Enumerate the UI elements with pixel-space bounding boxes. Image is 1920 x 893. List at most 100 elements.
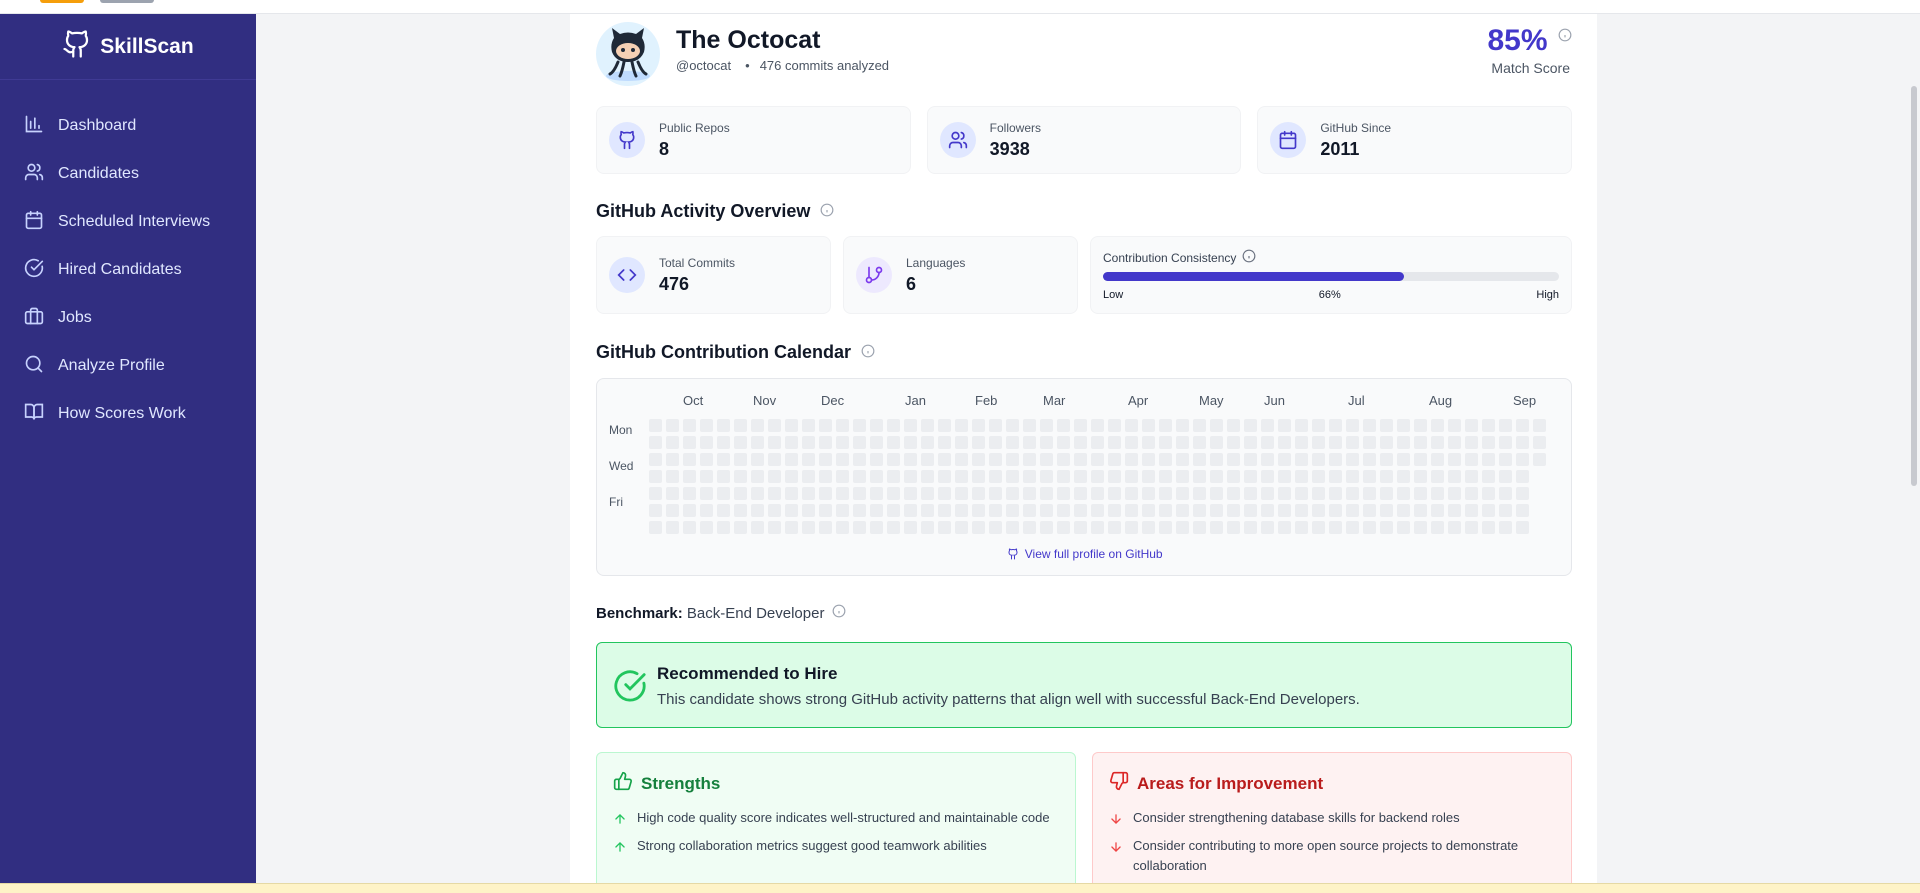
calendar-day-cell[interactable] [938, 504, 951, 517]
calendar-day-cell[interactable] [1414, 453, 1427, 466]
calendar-day-cell[interactable] [1516, 453, 1529, 466]
calendar-day-cell[interactable] [785, 487, 798, 500]
calendar-day-cell[interactable] [666, 487, 679, 500]
calendar-day-cell[interactable] [1516, 487, 1529, 500]
calendar-day-cell[interactable] [955, 436, 968, 449]
calendar-day-cell[interactable] [1465, 487, 1478, 500]
calendar-day-cell[interactable] [1380, 419, 1393, 432]
calendar-day-cell[interactable] [819, 521, 832, 534]
calendar-day-cell[interactable] [768, 453, 781, 466]
calendar-day-cell[interactable] [1108, 453, 1121, 466]
calendar-day-cell[interactable] [1091, 504, 1104, 517]
calendar-day-cell[interactable] [1431, 436, 1444, 449]
calendar-day-cell[interactable] [1431, 504, 1444, 517]
calendar-day-cell[interactable] [1244, 521, 1257, 534]
calendar-day-cell[interactable] [1142, 436, 1155, 449]
calendar-day-cell[interactable] [734, 436, 747, 449]
calendar-day-cell[interactable] [802, 504, 815, 517]
calendar-day-cell[interactable] [1363, 504, 1376, 517]
calendar-day-cell[interactable] [972, 521, 985, 534]
calendar-day-cell[interactable] [1312, 521, 1325, 534]
calendar-day-cell[interactable] [1142, 504, 1155, 517]
calendar-day-cell[interactable] [649, 436, 662, 449]
calendar-day-cell[interactable] [1040, 487, 1053, 500]
calendar-day-cell[interactable] [1176, 453, 1189, 466]
calendar-day-cell[interactable] [700, 419, 713, 432]
calendar-day-cell[interactable] [1465, 419, 1478, 432]
calendar-day-cell[interactable] [887, 470, 900, 483]
calendar-day-cell[interactable] [1533, 436, 1546, 449]
calendar-day-cell[interactable] [989, 453, 1002, 466]
calendar-day-cell[interactable] [1397, 453, 1410, 466]
calendar-day-cell[interactable] [751, 419, 764, 432]
calendar-day-cell[interactable] [938, 453, 951, 466]
calendar-day-cell[interactable] [1210, 419, 1223, 432]
calendar-day-cell[interactable] [1210, 470, 1223, 483]
sidebar-item-analyze-profile[interactable]: Analyze Profile [0, 342, 256, 390]
calendar-day-cell[interactable] [1397, 521, 1410, 534]
calendar-day-cell[interactable] [1363, 521, 1376, 534]
calendar-day-cell[interactable] [1040, 521, 1053, 534]
calendar-day-cell[interactable] [1448, 453, 1461, 466]
calendar-day-cell[interactable] [751, 521, 764, 534]
calendar-day-cell[interactable] [819, 487, 832, 500]
calendar-day-cell[interactable] [921, 436, 934, 449]
calendar-day-cell[interactable] [1193, 453, 1206, 466]
calendar-day-cell[interactable] [717, 521, 730, 534]
calendar-day-cell[interactable] [683, 504, 696, 517]
calendar-day-cell[interactable] [921, 470, 934, 483]
calendar-day-cell[interactable] [853, 470, 866, 483]
calendar-day-cell[interactable] [1125, 487, 1138, 500]
calendar-day-cell[interactable] [1006, 470, 1019, 483]
calendar-day-cell[interactable] [1465, 521, 1478, 534]
sidebar-item-jobs[interactable]: Jobs [0, 294, 256, 342]
calendar-day-cell[interactable] [1227, 504, 1240, 517]
calendar-day-cell[interactable] [1465, 470, 1478, 483]
calendar-day-cell[interactable] [717, 436, 730, 449]
calendar-day-cell[interactable] [1312, 436, 1325, 449]
calendar-day-cell[interactable] [1363, 453, 1376, 466]
calendar-day-cell[interactable] [1176, 470, 1189, 483]
calendar-day-cell[interactable] [1040, 453, 1053, 466]
calendar-day-cell[interactable] [751, 453, 764, 466]
calendar-day-cell[interactable] [1006, 436, 1019, 449]
calendar-day-cell[interactable] [1448, 419, 1461, 432]
calendar-day-cell[interactable] [1499, 487, 1512, 500]
calendar-day-cell[interactable] [1057, 419, 1070, 432]
calendar-day-cell[interactable] [955, 521, 968, 534]
calendar-day-cell[interactable] [1397, 504, 1410, 517]
calendar-day-cell[interactable] [972, 470, 985, 483]
calendar-day-cell[interactable] [1176, 419, 1189, 432]
calendar-day-cell[interactable] [700, 487, 713, 500]
calendar-day-cell[interactable] [1006, 453, 1019, 466]
calendar-day-cell[interactable] [1397, 487, 1410, 500]
calendar-day-cell[interactable] [836, 521, 849, 534]
calendar-day-cell[interactable] [1261, 453, 1274, 466]
calendar-day-cell[interactable] [734, 504, 747, 517]
sidebar-item-scheduled-interviews[interactable]: Scheduled Interviews [0, 198, 256, 246]
calendar-day-cell[interactable] [666, 436, 679, 449]
calendar-day-cell[interactable] [1431, 453, 1444, 466]
calendar-day-cell[interactable] [1023, 419, 1036, 432]
calendar-day-cell[interactable] [734, 419, 747, 432]
calendar-day-cell[interactable] [1125, 521, 1138, 534]
calendar-day-cell[interactable] [887, 504, 900, 517]
calendar-day-cell[interactable] [717, 487, 730, 500]
calendar-day-cell[interactable] [683, 419, 696, 432]
calendar-day-cell[interactable] [1023, 521, 1036, 534]
calendar-day-cell[interactable] [1074, 419, 1087, 432]
calendar-day-cell[interactable] [1108, 504, 1121, 517]
calendar-day-cell[interactable] [1125, 419, 1138, 432]
calendar-day-cell[interactable] [1380, 504, 1393, 517]
scrollbar[interactable] [1908, 14, 1920, 883]
calendar-day-cell[interactable] [1278, 436, 1291, 449]
calendar-day-cell[interactable] [1516, 504, 1529, 517]
calendar-day-cell[interactable] [1312, 487, 1325, 500]
calendar-day-cell[interactable] [751, 504, 764, 517]
calendar-day-cell[interactable] [1448, 487, 1461, 500]
calendar-day-cell[interactable] [1142, 419, 1155, 432]
calendar-day-cell[interactable] [1023, 436, 1036, 449]
calendar-day-cell[interactable] [870, 419, 883, 432]
calendar-day-cell[interactable] [989, 487, 1002, 500]
calendar-day-cell[interactable] [802, 436, 815, 449]
